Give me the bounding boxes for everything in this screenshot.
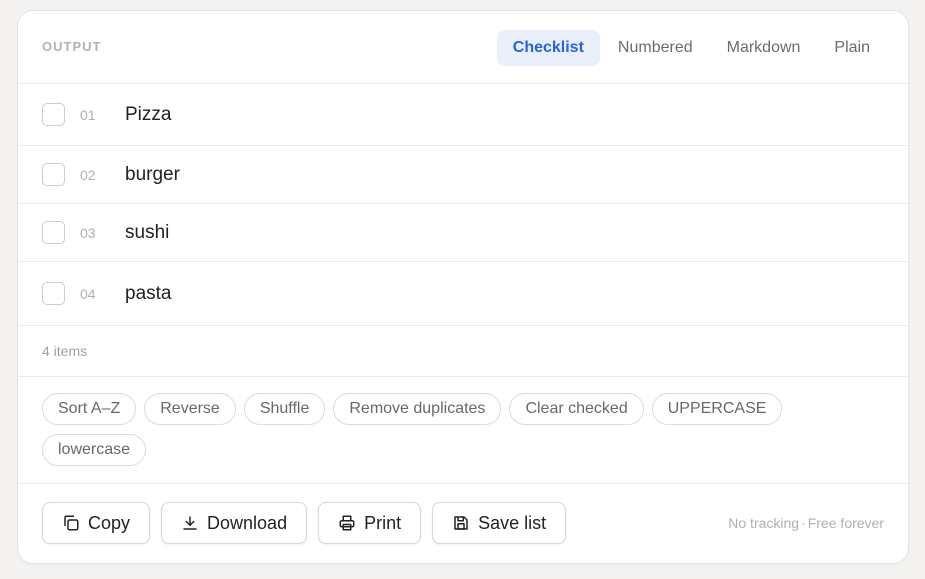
item-number: 04 xyxy=(80,285,96,302)
item-count: 4 items xyxy=(18,326,908,377)
item-text: sushi xyxy=(125,221,170,243)
list-item: 01 Pizza xyxy=(18,84,908,146)
print-icon xyxy=(338,514,356,532)
export-buttons: Copy Download Print Save list xyxy=(42,502,567,544)
no-tracking-text: No tracking xyxy=(728,515,800,531)
download-icon xyxy=(181,514,199,532)
download-label: Download xyxy=(207,512,288,533)
format-tabs: Checklist Numbered Markdown Plain xyxy=(496,30,886,66)
uppercase-button[interactable]: UPPERCASE xyxy=(651,393,783,425)
privacy-note: No tracking · Free forever xyxy=(728,515,884,531)
copy-icon xyxy=(62,514,80,532)
tab-markdown[interactable]: Markdown xyxy=(711,30,817,66)
output-panel: OUTPUT Checklist Numbered Markdown Plain… xyxy=(17,10,909,564)
item-checkbox[interactable] xyxy=(42,221,65,244)
save-label: Save list xyxy=(478,512,547,533)
output-label: OUTPUT xyxy=(42,38,102,54)
item-number: 01 xyxy=(80,106,96,123)
item-text: burger xyxy=(125,163,180,185)
list-item: 03 sushi xyxy=(18,204,908,262)
shuffle-button[interactable]: Shuffle xyxy=(243,393,326,425)
tab-plain[interactable]: Plain xyxy=(818,30,886,66)
item-number: 02 xyxy=(80,166,96,183)
list-actions: Sort A–Z Reverse Shuffle Remove duplicat… xyxy=(18,377,908,484)
reverse-button[interactable]: Reverse xyxy=(144,393,236,425)
free-forever-text: Free forever xyxy=(807,515,884,531)
output-header: OUTPUT Checklist Numbered Markdown Plain xyxy=(18,11,908,84)
print-label: Print xyxy=(364,512,402,533)
tab-numbered[interactable]: Numbered xyxy=(602,30,709,66)
checklist: 01 Pizza 02 burger 03 sushi 04 pasta xyxy=(18,84,908,326)
tab-checklist[interactable]: Checklist xyxy=(496,30,600,66)
copy-button[interactable]: Copy xyxy=(42,502,151,544)
save-list-button[interactable]: Save list xyxy=(432,502,567,544)
lowercase-button[interactable]: lowercase xyxy=(42,434,147,466)
download-button[interactable]: Download xyxy=(161,502,308,544)
item-number: 03 xyxy=(80,224,96,241)
copy-label: Copy xyxy=(88,512,131,533)
output-footer: Copy Download Print Save list No trackin… xyxy=(18,484,908,562)
list-item: 04 pasta xyxy=(18,262,908,326)
print-button[interactable]: Print xyxy=(318,502,422,544)
clear-checked-button[interactable]: Clear checked xyxy=(509,393,644,425)
item-text: Pizza xyxy=(125,103,172,125)
note-separator: · xyxy=(801,515,806,531)
item-checkbox[interactable] xyxy=(42,163,65,186)
item-text: pasta xyxy=(125,282,172,304)
item-checkbox[interactable] xyxy=(42,103,65,126)
sort-az-button[interactable]: Sort A–Z xyxy=(42,393,137,425)
remove-duplicates-button[interactable]: Remove duplicates xyxy=(333,393,502,425)
list-item: 02 burger xyxy=(18,146,908,204)
item-checkbox[interactable] xyxy=(42,282,65,305)
save-icon xyxy=(452,514,470,532)
